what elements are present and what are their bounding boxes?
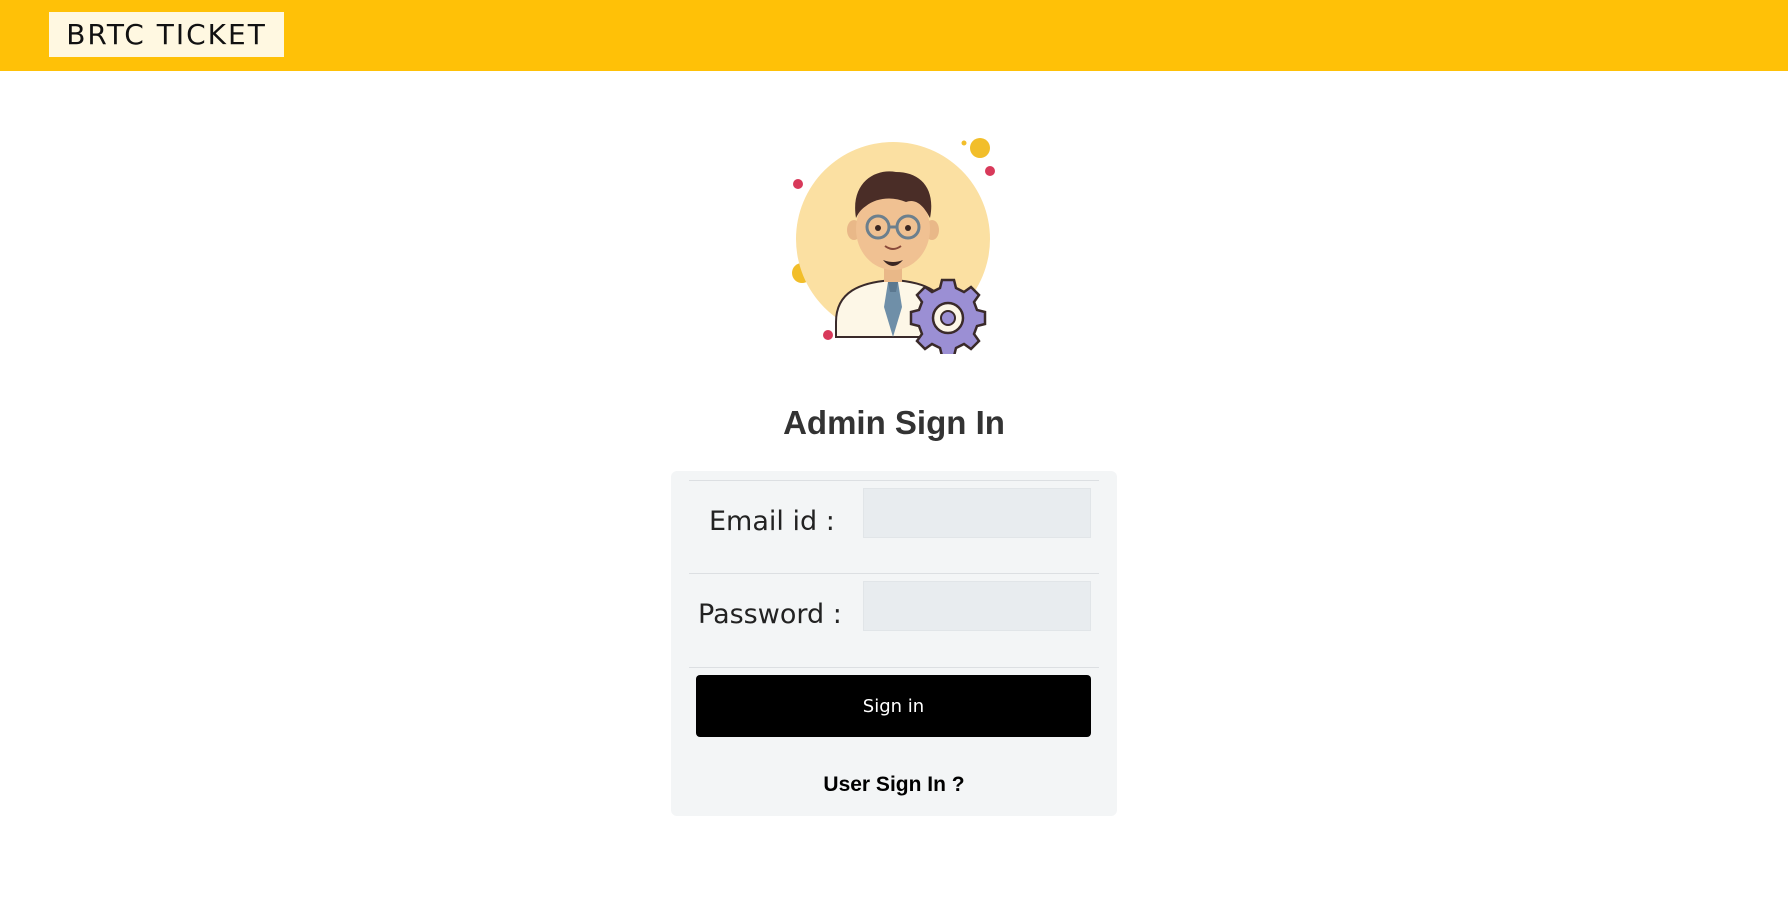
brand-logo-link[interactable]: BRTC TICKET <box>49 12 284 57</box>
email-label: Email id : <box>709 506 835 537</box>
password-input[interactable] <box>863 581 1091 631</box>
navbar: BRTC TICKET <box>0 0 1788 71</box>
divider <box>689 573 1099 574</box>
admin-avatar-gear-icon <box>788 132 1000 358</box>
user-sign-in-link[interactable]: User Sign In ? <box>671 773 1117 797</box>
signin-form-card: Email id : Password : Sign in User Sign … <box>671 471 1117 816</box>
password-label: Password : <box>698 599 842 630</box>
divider <box>689 667 1099 668</box>
email-input[interactable] <box>863 488 1091 538</box>
page-title: Admin Sign In <box>783 404 1005 441</box>
divider <box>689 480 1099 481</box>
sign-in-button[interactable]: Sign in <box>696 675 1091 737</box>
